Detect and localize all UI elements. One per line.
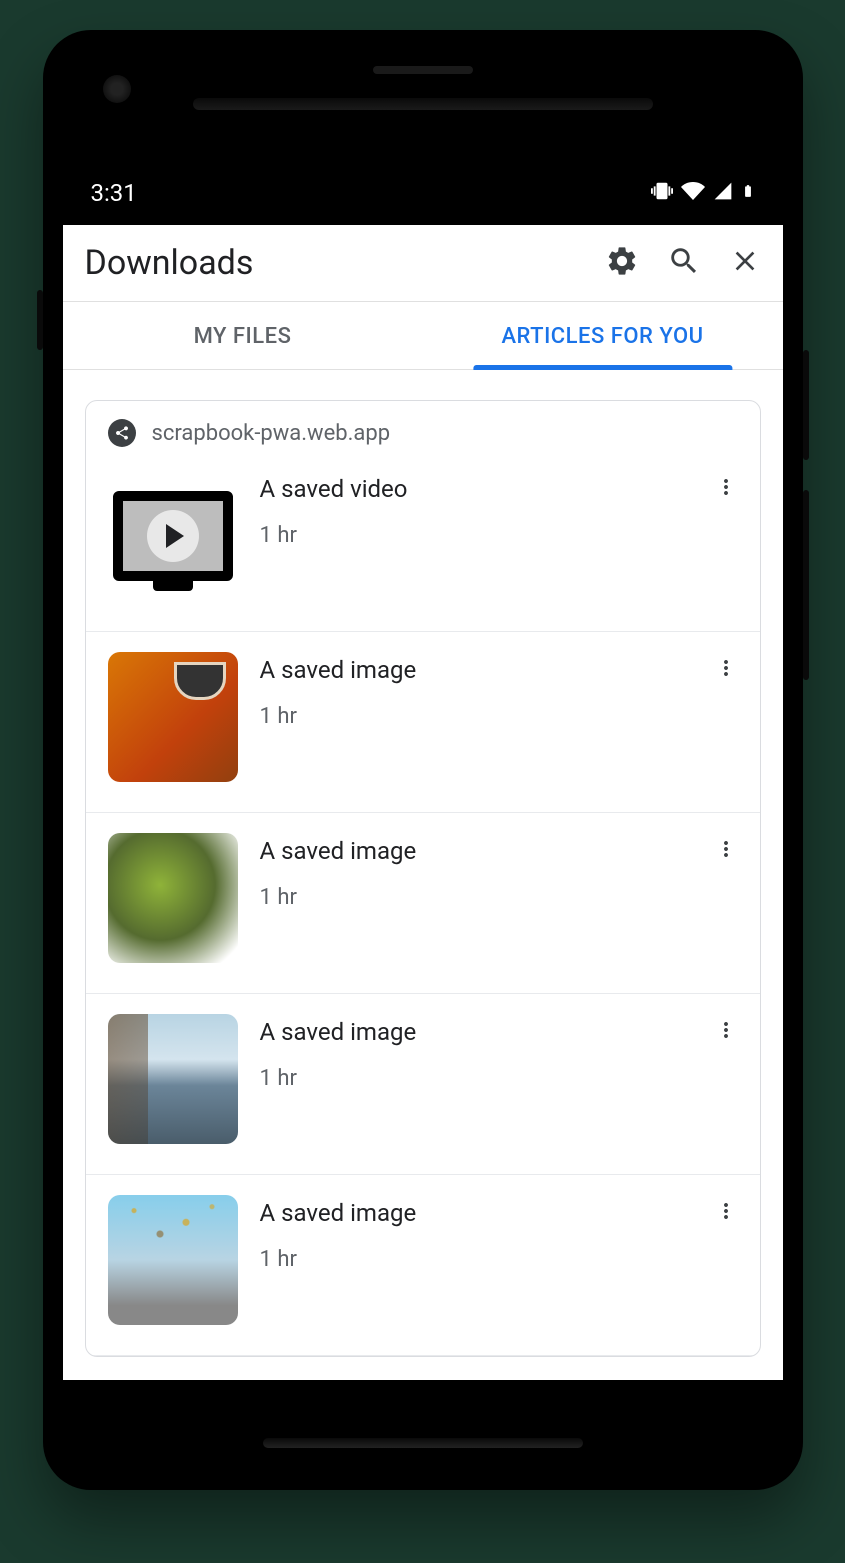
wifi-icon	[681, 179, 705, 207]
phone-earpiece	[373, 66, 473, 74]
thumbnail-image	[108, 833, 238, 963]
tab-bar: MY FILES ARTICLES FOR YOU	[63, 302, 783, 370]
list-item[interactable]: A saved video 1 hr	[86, 447, 760, 632]
more-vert-icon	[714, 484, 738, 503]
item-body: A saved image 1 hr	[260, 833, 692, 910]
thumbnail-image	[108, 1014, 238, 1144]
more-vert-icon	[714, 665, 738, 684]
item-title: A saved image	[260, 1018, 692, 1046]
tv-icon	[113, 491, 233, 581]
item-timestamp: 1 hr	[260, 704, 692, 729]
list-item[interactable]: A saved image 1 hr	[86, 632, 760, 813]
play-icon	[147, 510, 199, 562]
item-timestamp: 1 hr	[260, 1066, 692, 1091]
list-item[interactable]: A saved image 1 hr	[86, 813, 760, 994]
item-body: A saved image 1 hr	[260, 652, 692, 729]
thumbnail-image	[108, 652, 238, 782]
vibrate-icon	[651, 180, 673, 206]
tab-label: ARTICLES FOR YOU	[501, 324, 703, 349]
gear-icon	[605, 244, 639, 282]
item-title: A saved image	[260, 656, 692, 684]
battery-icon	[741, 180, 755, 206]
tab-label: MY FILES	[194, 324, 292, 349]
header-actions	[605, 244, 761, 282]
list-item[interactable]: A saved image 1 hr	[86, 1175, 760, 1356]
phone-side-button	[803, 490, 809, 680]
phone-frame: 3:31 Downloads	[43, 30, 803, 1490]
item-overflow-menu[interactable]	[714, 833, 738, 865]
search-button[interactable]	[667, 244, 701, 282]
content-area: scrapbook-pwa.web.app A saved v	[63, 370, 783, 1357]
signal-icon	[713, 181, 733, 205]
item-body: A saved video 1 hr	[260, 471, 692, 548]
item-body: A saved image 1 hr	[260, 1014, 692, 1091]
status-time: 3:31	[91, 179, 137, 207]
thumbnail-image	[108, 1195, 238, 1325]
item-overflow-menu[interactable]	[714, 471, 738, 503]
phone-screen-wrapper: 3:31 Downloads	[63, 50, 783, 1470]
status-bar: 3:31	[63, 50, 783, 225]
item-body: A saved image 1 hr	[260, 1195, 692, 1272]
item-timestamp: 1 hr	[260, 1247, 692, 1272]
search-icon	[667, 244, 701, 282]
item-title: A saved video	[260, 475, 692, 503]
item-overflow-menu[interactable]	[714, 1014, 738, 1046]
phone-camera	[103, 75, 131, 103]
phone-side-button	[37, 290, 43, 350]
item-timestamp: 1 hr	[260, 885, 692, 910]
close-icon	[729, 245, 761, 281]
tab-articles-for-you[interactable]: ARTICLES FOR YOU	[423, 302, 783, 369]
settings-button[interactable]	[605, 244, 639, 282]
share-icon	[108, 419, 136, 447]
download-list: A saved video 1 hr	[86, 447, 760, 1356]
close-button[interactable]	[729, 245, 761, 281]
app-screen: Downloads	[63, 225, 783, 1380]
more-vert-icon	[714, 1208, 738, 1227]
item-title: A saved image	[260, 837, 692, 865]
status-icons	[651, 179, 755, 207]
app-header: Downloads	[63, 225, 783, 302]
more-vert-icon	[714, 846, 738, 865]
thumbnail-video	[108, 471, 238, 601]
source-domain: scrapbook-pwa.web.app	[152, 421, 391, 446]
more-vert-icon	[714, 1027, 738, 1046]
item-title: A saved image	[260, 1199, 692, 1227]
page-title: Downloads	[85, 243, 605, 283]
phone-speaker-grill	[193, 98, 653, 110]
item-overflow-menu[interactable]	[714, 652, 738, 684]
item-timestamp: 1 hr	[260, 523, 692, 548]
phone-bottom-speaker	[263, 1438, 583, 1448]
item-overflow-menu[interactable]	[714, 1195, 738, 1227]
phone-side-button	[803, 350, 809, 460]
tab-my-files[interactable]: MY FILES	[63, 302, 423, 369]
card-header: scrapbook-pwa.web.app	[86, 401, 760, 447]
list-item[interactable]: A saved image 1 hr	[86, 994, 760, 1175]
source-card: scrapbook-pwa.web.app A saved v	[85, 400, 761, 1357]
